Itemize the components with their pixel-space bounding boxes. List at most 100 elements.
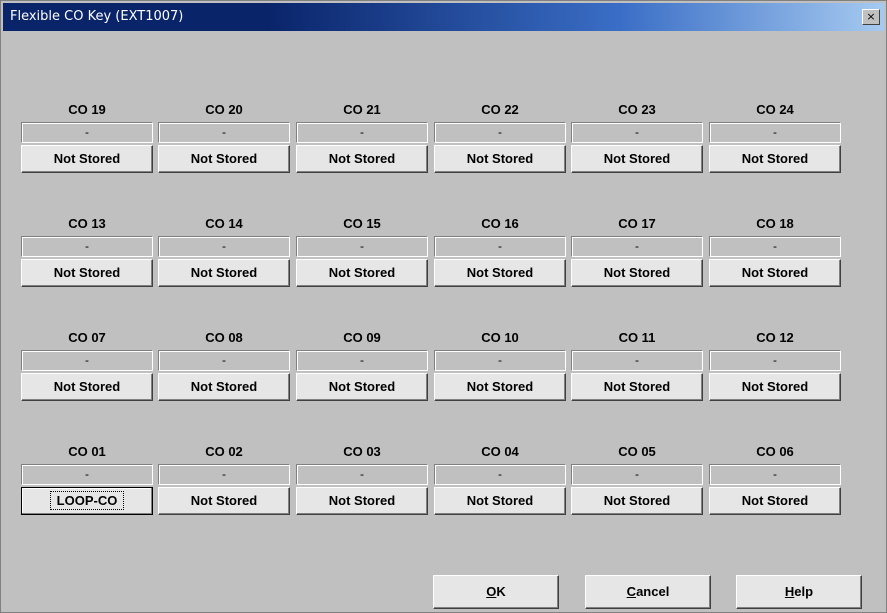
co-key-button[interactable]: Not Stored bbox=[296, 259, 428, 287]
co-key-button[interactable]: Not Stored bbox=[21, 145, 153, 173]
co-key-label: CO 02 bbox=[205, 444, 243, 459]
co-key-button[interactable]: Not Stored bbox=[296, 487, 428, 515]
co-key-value-field: - bbox=[434, 464, 566, 485]
title-bar[interactable]: Flexible CO Key (EXT1007) × bbox=[3, 3, 884, 31]
ok-mnemonic: O bbox=[486, 584, 497, 599]
co-key-button-label: Not Stored bbox=[190, 493, 258, 508]
co-key-label: CO 17 bbox=[618, 216, 656, 231]
co-key-value-field: - bbox=[158, 350, 290, 371]
co-key-button-label: Not Stored bbox=[741, 379, 809, 394]
co-key-value-field: - bbox=[21, 122, 153, 143]
co-key-value-field: - bbox=[296, 350, 428, 371]
co-key-label: CO 05 bbox=[618, 444, 656, 459]
co-key-button[interactable]: Not Stored bbox=[571, 145, 703, 173]
co-key-label: CO 04 bbox=[481, 444, 519, 459]
co-key-button-label: Not Stored bbox=[328, 379, 396, 394]
co-key-button-label: Not Stored bbox=[741, 151, 809, 166]
co-key-label: CO 13 bbox=[68, 216, 106, 231]
co-key-button[interactable]: Not Stored bbox=[709, 373, 841, 401]
co-key-value-field: - bbox=[571, 464, 703, 485]
co-key-button[interactable]: Not Stored bbox=[434, 373, 566, 401]
co-key-value-field: - bbox=[21, 236, 153, 257]
co-key-value-field: - bbox=[434, 236, 566, 257]
close-icon[interactable]: × bbox=[862, 9, 880, 25]
help-label: elp bbox=[794, 584, 814, 599]
co-key-label: CO 19 bbox=[68, 102, 106, 117]
co-key-button-label: Not Stored bbox=[53, 379, 121, 394]
co-key-button-label: Not Stored bbox=[328, 151, 396, 166]
co-key-value-field: - bbox=[21, 350, 153, 371]
co-key-label: CO 01 bbox=[68, 444, 106, 459]
co-key-button-label: Not Stored bbox=[741, 493, 809, 508]
co-key-label: CO 14 bbox=[205, 216, 243, 231]
co-key-value-field: - bbox=[571, 350, 703, 371]
ok-button[interactable]: OK bbox=[433, 575, 559, 609]
co-key-label: CO 20 bbox=[205, 102, 243, 117]
co-key-label: CO 09 bbox=[343, 330, 381, 345]
co-key-button[interactable]: Not Stored bbox=[571, 373, 703, 401]
co-key-button-label: Not Stored bbox=[53, 151, 121, 166]
co-key-label: CO 11 bbox=[618, 330, 656, 345]
co-key-label: CO 12 bbox=[756, 330, 794, 345]
cancel-mnemonic: C bbox=[626, 584, 637, 599]
co-key-label: CO 10 bbox=[481, 330, 519, 345]
co-key-button-label: Not Stored bbox=[190, 265, 258, 280]
help-button[interactable]: Help bbox=[736, 575, 862, 609]
co-key-label: CO 06 bbox=[756, 444, 794, 459]
dialog-window: Flexible CO Key (EXT1007) × CO 19 - Not St… bbox=[0, 0, 887, 613]
co-key-value-field: - bbox=[571, 122, 703, 143]
co-key-button-label: Not Stored bbox=[603, 493, 671, 508]
co-key-label: CO 03 bbox=[343, 444, 381, 459]
co-key-value-field: - bbox=[21, 464, 153, 485]
co-key-value-field: - bbox=[296, 122, 428, 143]
co-key-label: CO 23 bbox=[618, 102, 656, 117]
co-key-button[interactable]: Not Stored bbox=[21, 259, 153, 287]
co-key-value-field: - bbox=[158, 236, 290, 257]
co-key-button[interactable]: Not Stored bbox=[296, 145, 428, 173]
co-key-button-label: Not Stored bbox=[466, 151, 534, 166]
co-key-label: CO 18 bbox=[756, 216, 794, 231]
co-key-label: CO 21 bbox=[343, 102, 381, 117]
ok-label: K bbox=[496, 584, 506, 599]
co-key-button-label: Not Stored bbox=[603, 379, 671, 394]
co-key-button-label: Not Stored bbox=[190, 151, 258, 166]
co-key-label: CO 15 bbox=[343, 216, 381, 231]
co-key-label: CO 22 bbox=[481, 102, 519, 117]
co-key-value-field: - bbox=[709, 122, 841, 143]
co-key-button-label: Not Stored bbox=[603, 265, 671, 280]
co-key-button-label: Not Stored bbox=[466, 265, 534, 280]
co-key-button-label: Not Stored bbox=[328, 265, 396, 280]
co-key-button[interactable]: LOOP-CO bbox=[21, 487, 153, 515]
co-key-value-field: - bbox=[709, 350, 841, 371]
cancel-button[interactable]: Cancel bbox=[585, 575, 711, 609]
co-key-button[interactable]: Not Stored bbox=[21, 373, 153, 401]
co-key-button[interactable]: Not Stored bbox=[571, 487, 703, 515]
co-key-button[interactable]: Not Stored bbox=[709, 145, 841, 173]
co-key-value-field: - bbox=[158, 464, 290, 485]
co-key-button[interactable]: Not Stored bbox=[434, 259, 566, 287]
co-key-button[interactable]: Not Stored bbox=[709, 487, 841, 515]
co-key-button[interactable]: Not Stored bbox=[709, 259, 841, 287]
co-key-button-label: Not Stored bbox=[603, 151, 671, 166]
cancel-label: ancel bbox=[636, 584, 670, 599]
co-key-button[interactable]: Not Stored bbox=[434, 145, 566, 173]
co-key-button-label: Not Stored bbox=[466, 379, 534, 394]
co-key-value-field: - bbox=[571, 236, 703, 257]
co-key-button[interactable]: Not Stored bbox=[158, 259, 290, 287]
co-key-button[interactable]: Not Stored bbox=[158, 373, 290, 401]
co-key-button[interactable]: Not Stored bbox=[434, 487, 566, 515]
co-key-button-label: Not Stored bbox=[53, 265, 121, 280]
co-key-label: CO 24 bbox=[756, 102, 794, 117]
co-key-value-field: - bbox=[709, 464, 841, 485]
co-key-button[interactable]: Not Stored bbox=[571, 259, 703, 287]
co-key-value-field: - bbox=[709, 236, 841, 257]
co-key-button[interactable]: Not Stored bbox=[158, 487, 290, 515]
co-key-button[interactable]: Not Stored bbox=[158, 145, 290, 173]
co-key-button[interactable]: Not Stored bbox=[296, 373, 428, 401]
co-key-label: CO 08 bbox=[205, 330, 243, 345]
co-key-button-label: LOOP-CO bbox=[49, 491, 125, 510]
co-key-button-label: Not Stored bbox=[328, 493, 396, 508]
co-key-button-label: Not Stored bbox=[190, 379, 258, 394]
co-key-button-label: Not Stored bbox=[741, 265, 809, 280]
co-key-value-field: - bbox=[434, 122, 566, 143]
